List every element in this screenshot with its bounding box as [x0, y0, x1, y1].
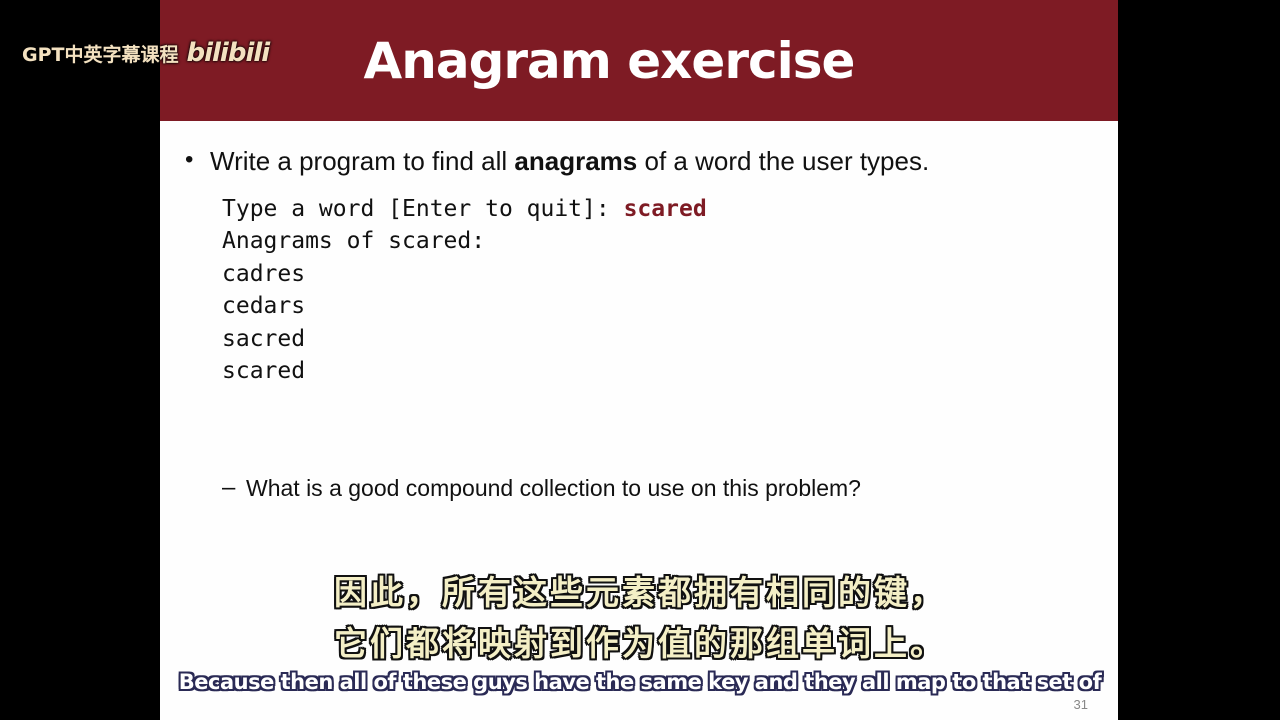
- bullet-text-post: of a word the user types.: [637, 146, 930, 176]
- code-line: cadres: [222, 260, 306, 287]
- code-example: Type a word [Enter to quit]: scared Anagr…: [222, 193, 707, 387]
- bullet-icon: •: [185, 146, 194, 173]
- code-line: sacred: [222, 325, 306, 352]
- dash-icon: –: [222, 474, 236, 501]
- bullet-text-bold: anagrams: [514, 146, 638, 176]
- watermark-text: GPT中英字幕课程: [22, 43, 179, 66]
- subtitle-cn-line1: 因此，所有这些元素都拥有相同的键，: [334, 573, 946, 612]
- code-line: Anagrams of scared:: [222, 228, 486, 255]
- subtitle-cn-line2: 它们都将映射到作为值的那组单词上。: [334, 624, 946, 663]
- code-line-prompt: Type a word [Enter to quit]: scared: [222, 193, 707, 225]
- bilibili-logo: bilibili: [186, 38, 270, 68]
- bullet-text-pre: Write a program to find all: [210, 146, 515, 176]
- code-line: scared: [222, 358, 306, 385]
- slide-number: 31: [1073, 697, 1088, 712]
- subtitle-en-line: Because then all of these guys have the …: [178, 670, 1102, 694]
- sub-bullet-text: What is a good compound collection to us…: [246, 475, 861, 501]
- slide-title: Anagram exercise: [363, 31, 856, 90]
- channel-watermark: GPT中英字幕课程 bilibili: [22, 38, 270, 68]
- code-user-input: scared: [623, 196, 707, 222]
- code-line: cedars: [222, 293, 306, 320]
- code-prompt: Type a word [Enter to quit]:: [222, 196, 624, 222]
- bullet-text: Write a program to find all anagrams of …: [210, 146, 929, 177]
